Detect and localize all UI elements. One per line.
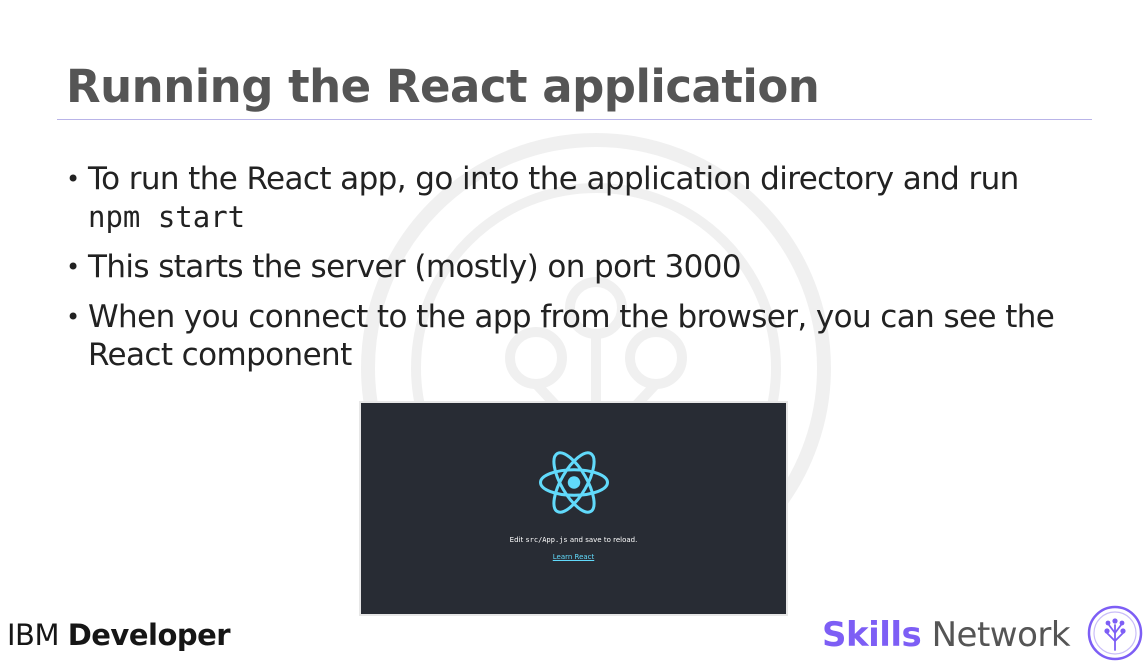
bullet-item: • This starts the server (mostly) on por… (66, 248, 1086, 286)
ibm-bold: Developer (67, 618, 231, 652)
ibm-prefix: IBM (7, 618, 68, 652)
edit-suffix: and save to reload. (567, 536, 638, 544)
bullet-item: • To run the React app, go into the appl… (66, 160, 1086, 236)
react-app-screenshot: Edit src/App.js and save to reload. Lear… (361, 403, 786, 614)
skills-rest: Network (921, 615, 1071, 655)
edit-instruction: Edit src/App.js and save to reload. (361, 536, 786, 544)
skills-network-logo: Skills Network (822, 615, 1071, 655)
edit-code: src/App.js (525, 536, 568, 544)
edit-prefix: Edit (509, 536, 526, 544)
learn-react-link[interactable]: Learn React (553, 553, 595, 561)
bullet-text: To run the React app, go into the applic… (88, 161, 1019, 197)
bullet-item: • When you connect to the app from the b… (66, 298, 1086, 374)
bullet-glyph: • (66, 303, 80, 331)
tree-circle-icon (1087, 605, 1143, 661)
bullet-glyph: • (66, 165, 80, 193)
bullet-text: This starts the server (mostly) on port … (88, 249, 742, 285)
slide: Running the React application • To run t… (0, 0, 1147, 667)
bullet-glyph: • (66, 253, 80, 281)
ibm-developer-logo: IBM Developer (7, 618, 231, 652)
learn-react-row: Learn React (361, 553, 786, 561)
bullet-text: When you connect to the app from the bro… (88, 299, 1055, 373)
slide-title: Running the React application (66, 60, 820, 113)
title-divider (57, 119, 1092, 120)
bullet-list: • To run the React app, go into the appl… (66, 160, 1086, 386)
bullet-code: npm start (88, 200, 246, 234)
react-atom-icon (539, 451, 609, 514)
skills-bold: Skills (822, 615, 922, 655)
